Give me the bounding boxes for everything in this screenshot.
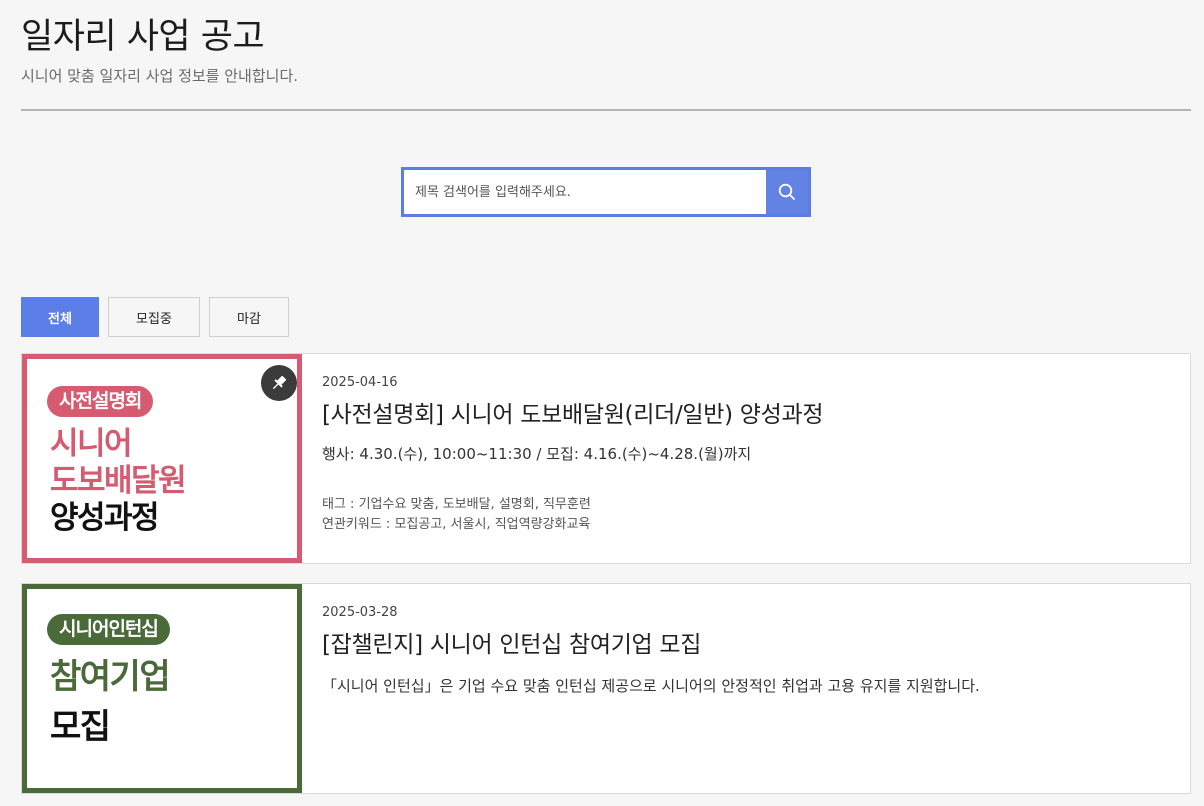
pin-badge [261, 365, 297, 401]
filter-tab-closed[interactable]: 마감 [209, 297, 289, 337]
search-input[interactable] [404, 170, 766, 214]
thumbnail-line: 도보배달원 [50, 463, 187, 499]
filter-tab-recruiting[interactable]: 모집중 [108, 297, 200, 337]
thumbnail-badge: 시니어인턴십 [47, 614, 170, 645]
post-description: 「시니어 인턴십」은 기업 수요 맞춤 인턴십 제공으로 시니어의 안정적인 취… [322, 677, 980, 695]
filter-tab-all[interactable]: 전체 [21, 297, 99, 337]
filter-tabs: 전체 모집중 마감 [21, 297, 298, 337]
post-thumbnail[interactable]: 시니어인턴십 참여기업 모집 [22, 584, 302, 793]
page-title: 일자리 사업 공고 [21, 17, 265, 57]
post-card[interactable]: 시니어인턴십 참여기업 모집 2025-03-28 [잡챌린지] 시니어 인턴십… [21, 583, 1191, 794]
search-box [401, 167, 811, 217]
thumbnail-line: 참여기업 [50, 657, 171, 697]
pin-icon [272, 375, 287, 390]
thumbnail-line: 시니어 [50, 426, 133, 462]
post-card[interactable]: 사전설명회 시니어 도보배달원 양성과정 2025-04-16 [사전설명회] … [21, 353, 1191, 564]
post-date: 2025-04-16 [322, 375, 398, 390]
post-title[interactable]: [잡챌린지] 시니어 인턴십 참여기업 모집 [322, 625, 701, 659]
post-thumbnail[interactable]: 사전설명회 시니어 도보배달원 양성과정 [22, 354, 302, 563]
header-divider [21, 109, 1191, 111]
post-keywords: 연관키워드 : 모집공고, 서울시, 직업역량강화교육 [322, 517, 591, 532]
search-button[interactable] [766, 170, 808, 214]
post-tags: 태그 : 기업수요 맞춤, 도보배달, 설명회, 직무훈련 [322, 497, 591, 512]
post-description: 행사: 4.30.(수), 10:00~11:30 / 모집: 4.16.(수)… [322, 445, 752, 463]
page-subtitle: 시니어 맞춤 일자리 사업 정보를 안내합니다. [21, 67, 299, 85]
post-title[interactable]: [사전설명회] 시니어 도보배달원(리더/일반) 양성과정 [322, 395, 824, 429]
thumbnail-badge: 사전설명회 [47, 386, 154, 417]
search-icon [778, 183, 795, 200]
thumbnail-line: 모집 [50, 707, 111, 747]
thumbnail-line: 양성과정 [50, 500, 160, 536]
post-date: 2025-03-28 [322, 605, 398, 620]
